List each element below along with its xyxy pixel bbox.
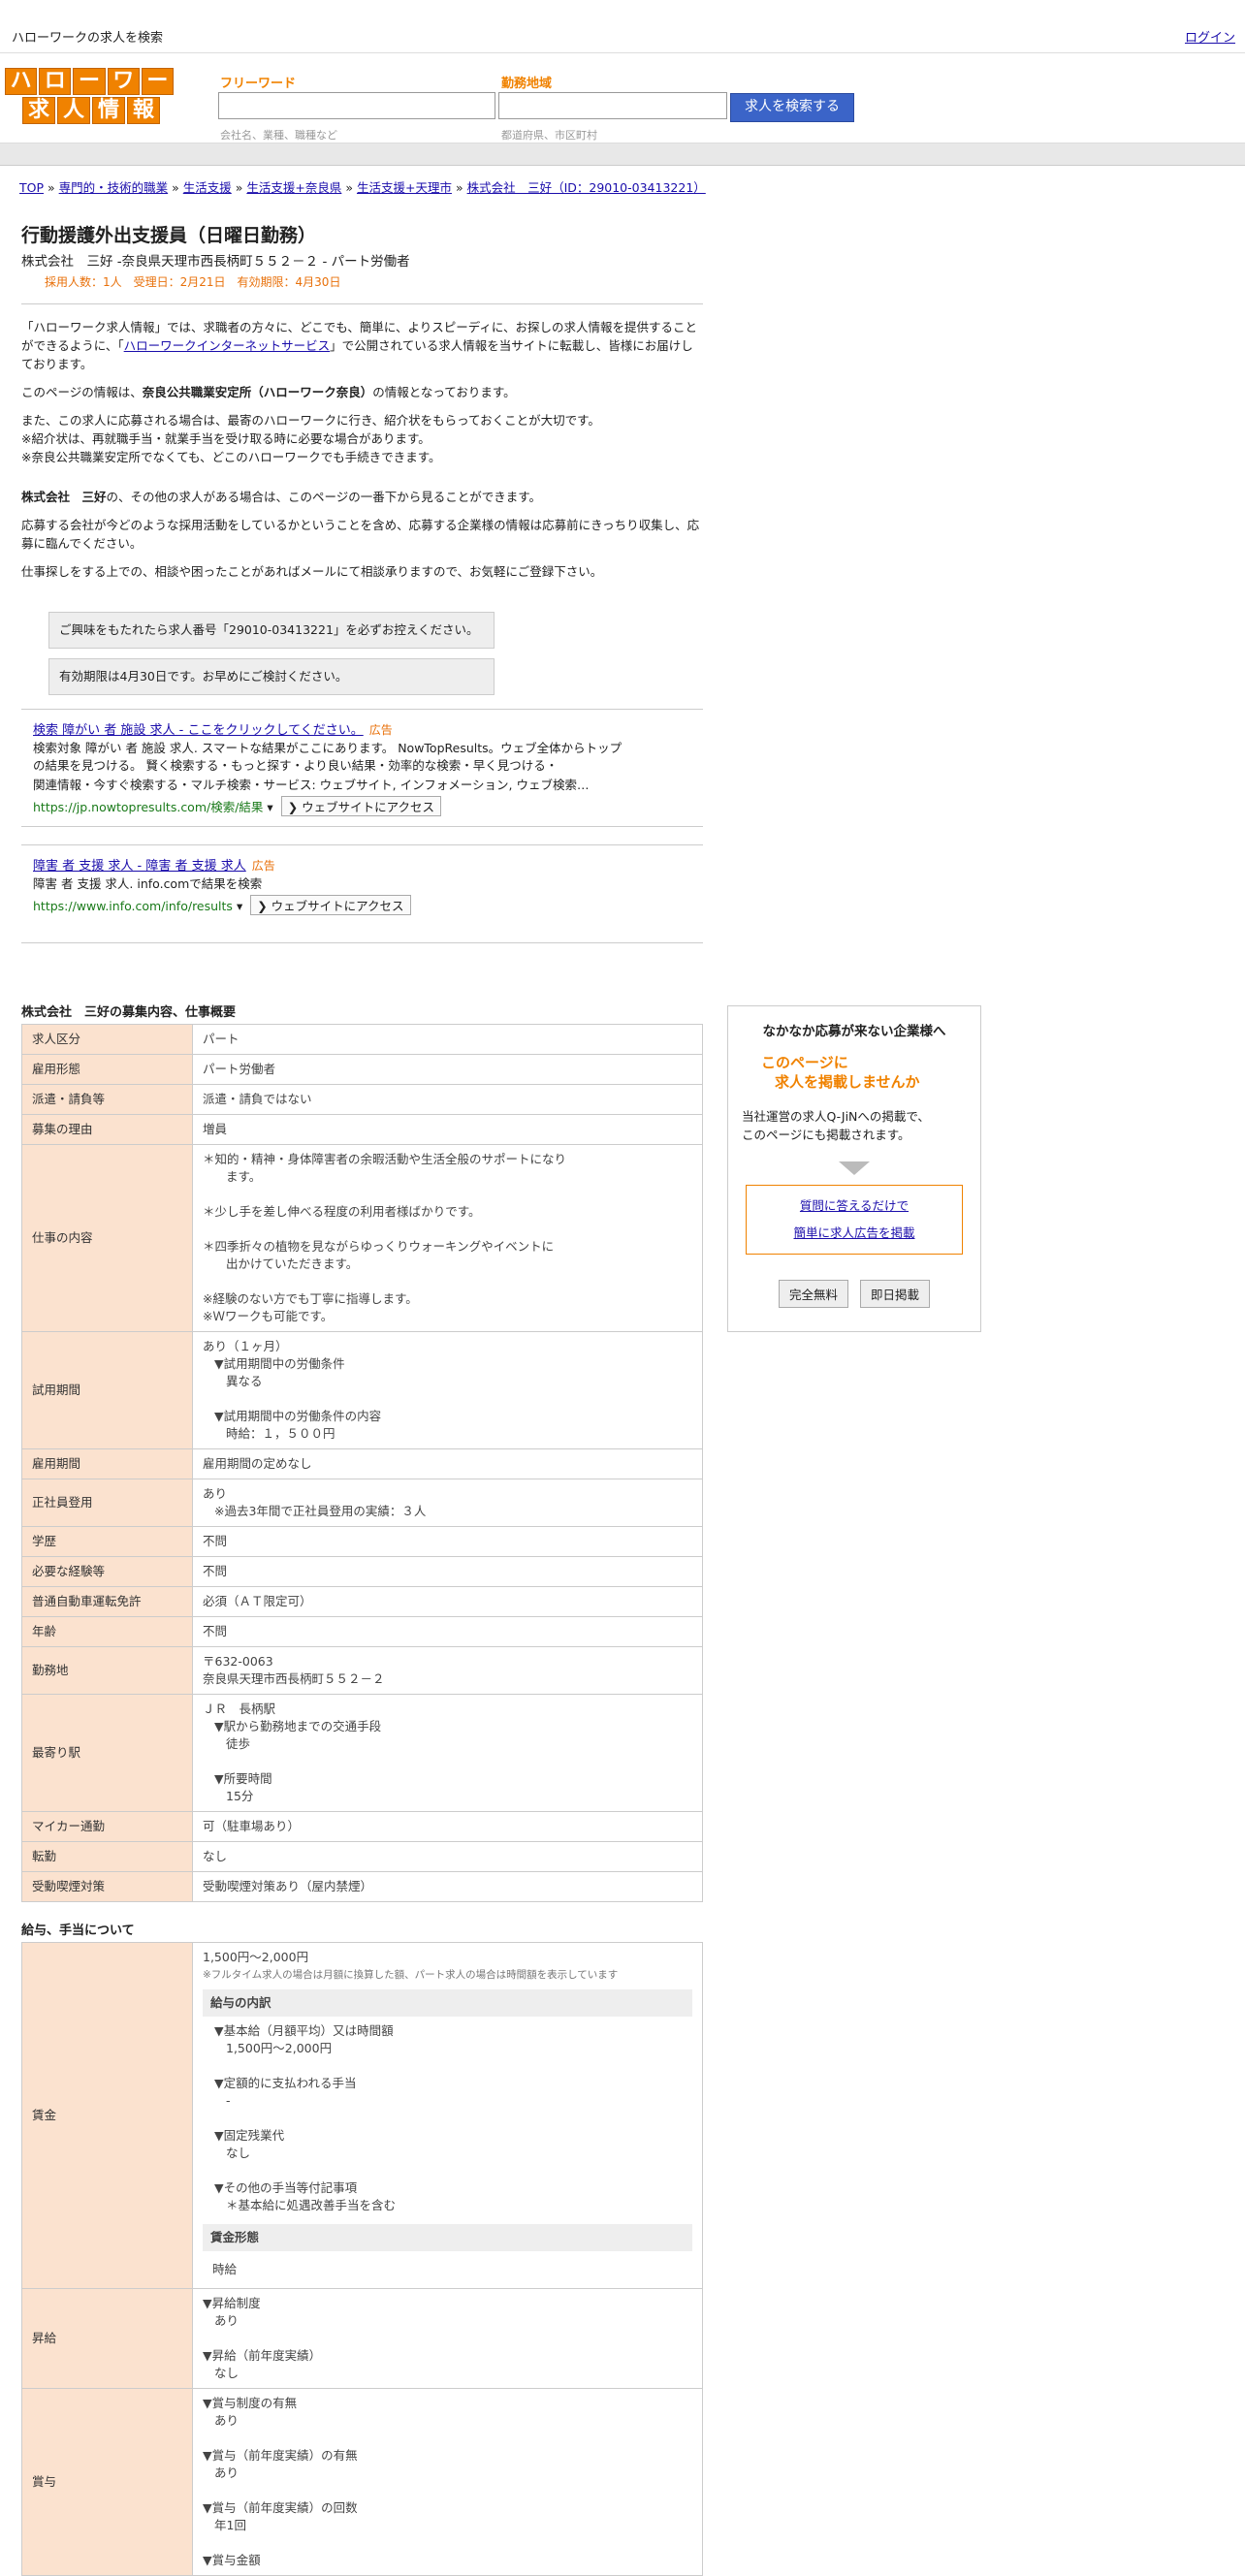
logo-char: ワ: [107, 68, 140, 95]
ad-url[interactable]: https://www.info.com/info/results: [33, 899, 233, 913]
overview-title: 株式会社 三好の募集内容、仕事概要: [21, 1005, 237, 1020]
top-bar: ハローワークの求人を検索 ログイン: [0, 0, 1245, 53]
area-hint: 都道府県、市区町村: [501, 129, 597, 142]
table-row: 求人区分 パート: [21, 1024, 703, 1055]
breadcrumb-top[interactable]: TOP: [19, 180, 44, 195]
ad-block: 検索 障がい 者 施設 求人 - ここをクリックしてください。 広告 検索対象 障…: [21, 710, 703, 827]
table-row: 正社員登用 あり ※過去3年間で正社員登用の実績：３人: [21, 1479, 703, 1527]
ad-description: 障害 者 支援 求人. info.comで結果を検索: [33, 876, 263, 891]
table-row: マイカー通勤 可（駐車場あり）: [21, 1811, 703, 1842]
ad-title-link[interactable]: 障害 者 支援 求人 - 障害 者 支援 求人: [33, 859, 246, 874]
job-title: 行動援護外出支援員（日曜日勤務）: [21, 225, 317, 246]
table-row: 転勤 なし: [21, 1841, 703, 1872]
job-meta: 採用人数：1人 受理日：2月21日 有効期限：4月30日: [45, 275, 341, 289]
notice-expiry: 有効期限は4月30日です。お早めにご検討ください。: [48, 658, 495, 695]
logo-char: ー: [73, 68, 106, 95]
table-row: 試用期間 あり（１ヶ月） ▼試用期間中の労働条件 異なる ▼試用期間中の労働条件…: [21, 1331, 703, 1449]
logo-char: 求: [22, 97, 55, 124]
ad-tag: 広告: [368, 723, 393, 737]
sidebar-link-post-ad[interactable]: 簡単に求人広告を掲載: [793, 1225, 914, 1240]
breadcrumb-occupation[interactable]: 生活支援: [183, 180, 232, 195]
breadcrumb: TOP » 専門的・技術的職業 » 生活支援 » 生活支援+奈良県 » 生活支援…: [19, 180, 706, 195]
main-content: 行動援護外出支援員（日曜日勤務） 株式会社 三好 -奈良県天理市西長柄町５５２－…: [21, 223, 703, 2576]
ad-block: 障害 者 支援 求人 - 障害 者 支援 求人 広告 障害 者 支援 求人. in…: [21, 844, 703, 943]
ad-description: 関連情報・今すぐ検索する・マルチ検索・サービス: ウェブサイト, インフォメーシ…: [33, 778, 590, 792]
freeword-input[interactable]: [218, 92, 495, 119]
overview-table: 求人区分 パート 雇用形態 パート労働者 派遣・請負等 派遣・請負ではない 募集の理由…: [21, 1024, 703, 1902]
salary-title: 給与、手当について: [21, 1924, 135, 1938]
search-button[interactable]: 求人を検索する: [730, 93, 854, 122]
ad-tag: 広告: [251, 859, 275, 873]
logo-char: ハ: [5, 68, 38, 95]
table-row: 勤務地 〒632-0063 奈良県天理市西長柄町５５２－２: [21, 1646, 703, 1695]
site-title: ハローワークの求人を検索: [12, 31, 164, 46]
ad-visit-button[interactable]: ❯ ウェブサイトにアクセス: [280, 796, 442, 816]
area-input[interactable]: [498, 92, 727, 119]
logo-char: 報: [127, 97, 160, 124]
table-row: 賞与 ▼賞与制度の有無 あり ▼賞与（前年度実績）の有無 あり ▼賞与（前年度実…: [21, 2388, 703, 2576]
table-row: 普通自動車運転免許 必須（ＡＴ限定可）: [21, 1586, 703, 1617]
table-row: 仕事の内容 ＊知的・精神・身体障害者の余暇活動や生活全般のサポートになり ます。…: [21, 1144, 703, 1332]
ad-url[interactable]: https://jp.nowtopresults.com/検索/結果: [33, 800, 263, 814]
sidebar-headline: このページに 求人を掲載しませんか: [761, 1054, 920, 1091]
area-label: 勤務地域: [501, 77, 553, 91]
table-row: 賃金 1,500円〜2,000円 ※フルタイム求人の場合は月額に換算した額、パー…: [21, 1942, 703, 2289]
freeword-label: フリーワード: [220, 77, 297, 91]
login-link[interactable]: ログイン: [1185, 27, 1235, 46]
logo-char: ー: [141, 68, 175, 95]
freeword-hint: 会社名、業種、職種など: [220, 129, 337, 142]
table-row: 受動喫煙対策 受動喫煙対策あり（屋内禁煙）: [21, 1871, 703, 1902]
ad-visit-button[interactable]: ❯ ウェブサイトにアクセス: [250, 895, 411, 915]
table-row: 年齢 不問: [21, 1616, 703, 1647]
breadcrumb-category[interactable]: 専門的・技術的職業: [59, 180, 169, 195]
logo-char: 人: [57, 97, 90, 124]
same-day-badge-button[interactable]: 即日掲載: [859, 1280, 930, 1308]
dropdown-icon[interactable]: ▾: [267, 800, 272, 814]
hellowork-logo[interactable]: ハ ロ ー ワ ー 求 人 情 報 ク: [4, 67, 175, 125]
hellowork-internet-service-link[interactable]: ハローワークインターネットサービス: [124, 338, 331, 353]
breadcrumb-city[interactable]: 生活支援+天理市: [357, 180, 452, 195]
sidebar-link-box: 質問に答えるだけで 簡単に求人広告を掲載: [746, 1185, 963, 1255]
table-row: 募集の理由 増員: [21, 1114, 703, 1145]
table-row: 必要な経験等 不問: [21, 1556, 703, 1587]
table-row: 雇用形態 パート労働者: [21, 1054, 703, 1085]
table-row: 派遣・請負等 派遣・請負ではない: [21, 1084, 703, 1115]
table-row: 最寄り駅 ＪＲ 長柄駅 ▼駅から勤務地までの交通手段 徒歩 ▼所要時間 15分: [21, 1694, 703, 1812]
free-badge-button[interactable]: 完全無料: [778, 1280, 848, 1308]
breadcrumb-company[interactable]: 株式会社 三好（ID：29010-03413221）: [467, 180, 706, 195]
sidebar-title: なかなか応募が来ない企業様へ: [762, 1024, 946, 1039]
ad-description: 検索対象 障がい 者 施設 求人. スマートな結果がここにあります。 NowTo…: [33, 741, 622, 773]
ad-title-link[interactable]: 検索 障がい 者 施設 求人 - ここをクリックしてください。: [33, 723, 364, 738]
table-row: 学歴 不問: [21, 1526, 703, 1557]
breadcrumb-prefecture[interactable]: 生活支援+奈良県: [246, 180, 341, 195]
arrow-down-icon: [839, 1161, 870, 1175]
divider-bar: [0, 143, 1245, 166]
notice-job-number: ご興味をもたれたら求人番号「29010-03413221」を必ずお控えください。: [48, 612, 495, 649]
sidebar-text: 当社運営の求人Q-JiNへの掲載で、 このページにも掲載されます。: [742, 1109, 930, 1142]
logo-char: 情: [92, 97, 125, 124]
sidebar-link-question[interactable]: 質問に答えるだけで: [800, 1198, 909, 1213]
search-header: ハ ロ ー ワ ー 求 人 情 報 ク フリーワード 会社名、業種、職種など 勤…: [0, 53, 1245, 143]
salary-table: 賃金 1,500円〜2,000円 ※フルタイム求人の場合は月額に換算した額、パー…: [21, 1942, 703, 2576]
intro-text: 「ハローワーク求人情報」では、求職者の方々に、どこでも、簡単に、よりスピーディに…: [21, 320, 700, 579]
logo-char: ロ: [39, 68, 72, 95]
advertise-sidebar: なかなか応募が来ない企業様へ このページに 求人を掲載しませんか 当社運営の求人…: [727, 1005, 981, 1332]
table-row: 昇給 ▼昇給制度 あり ▼昇給（前年度実績） なし: [21, 2288, 703, 2389]
dropdown-icon[interactable]: ▾: [237, 899, 242, 913]
job-subtitle: 株式会社 三好 -奈良県天理市西長柄町５５２－２ - パート労働者: [21, 254, 410, 270]
table-row: 雇用期間 雇用期間の定めなし: [21, 1448, 703, 1479]
